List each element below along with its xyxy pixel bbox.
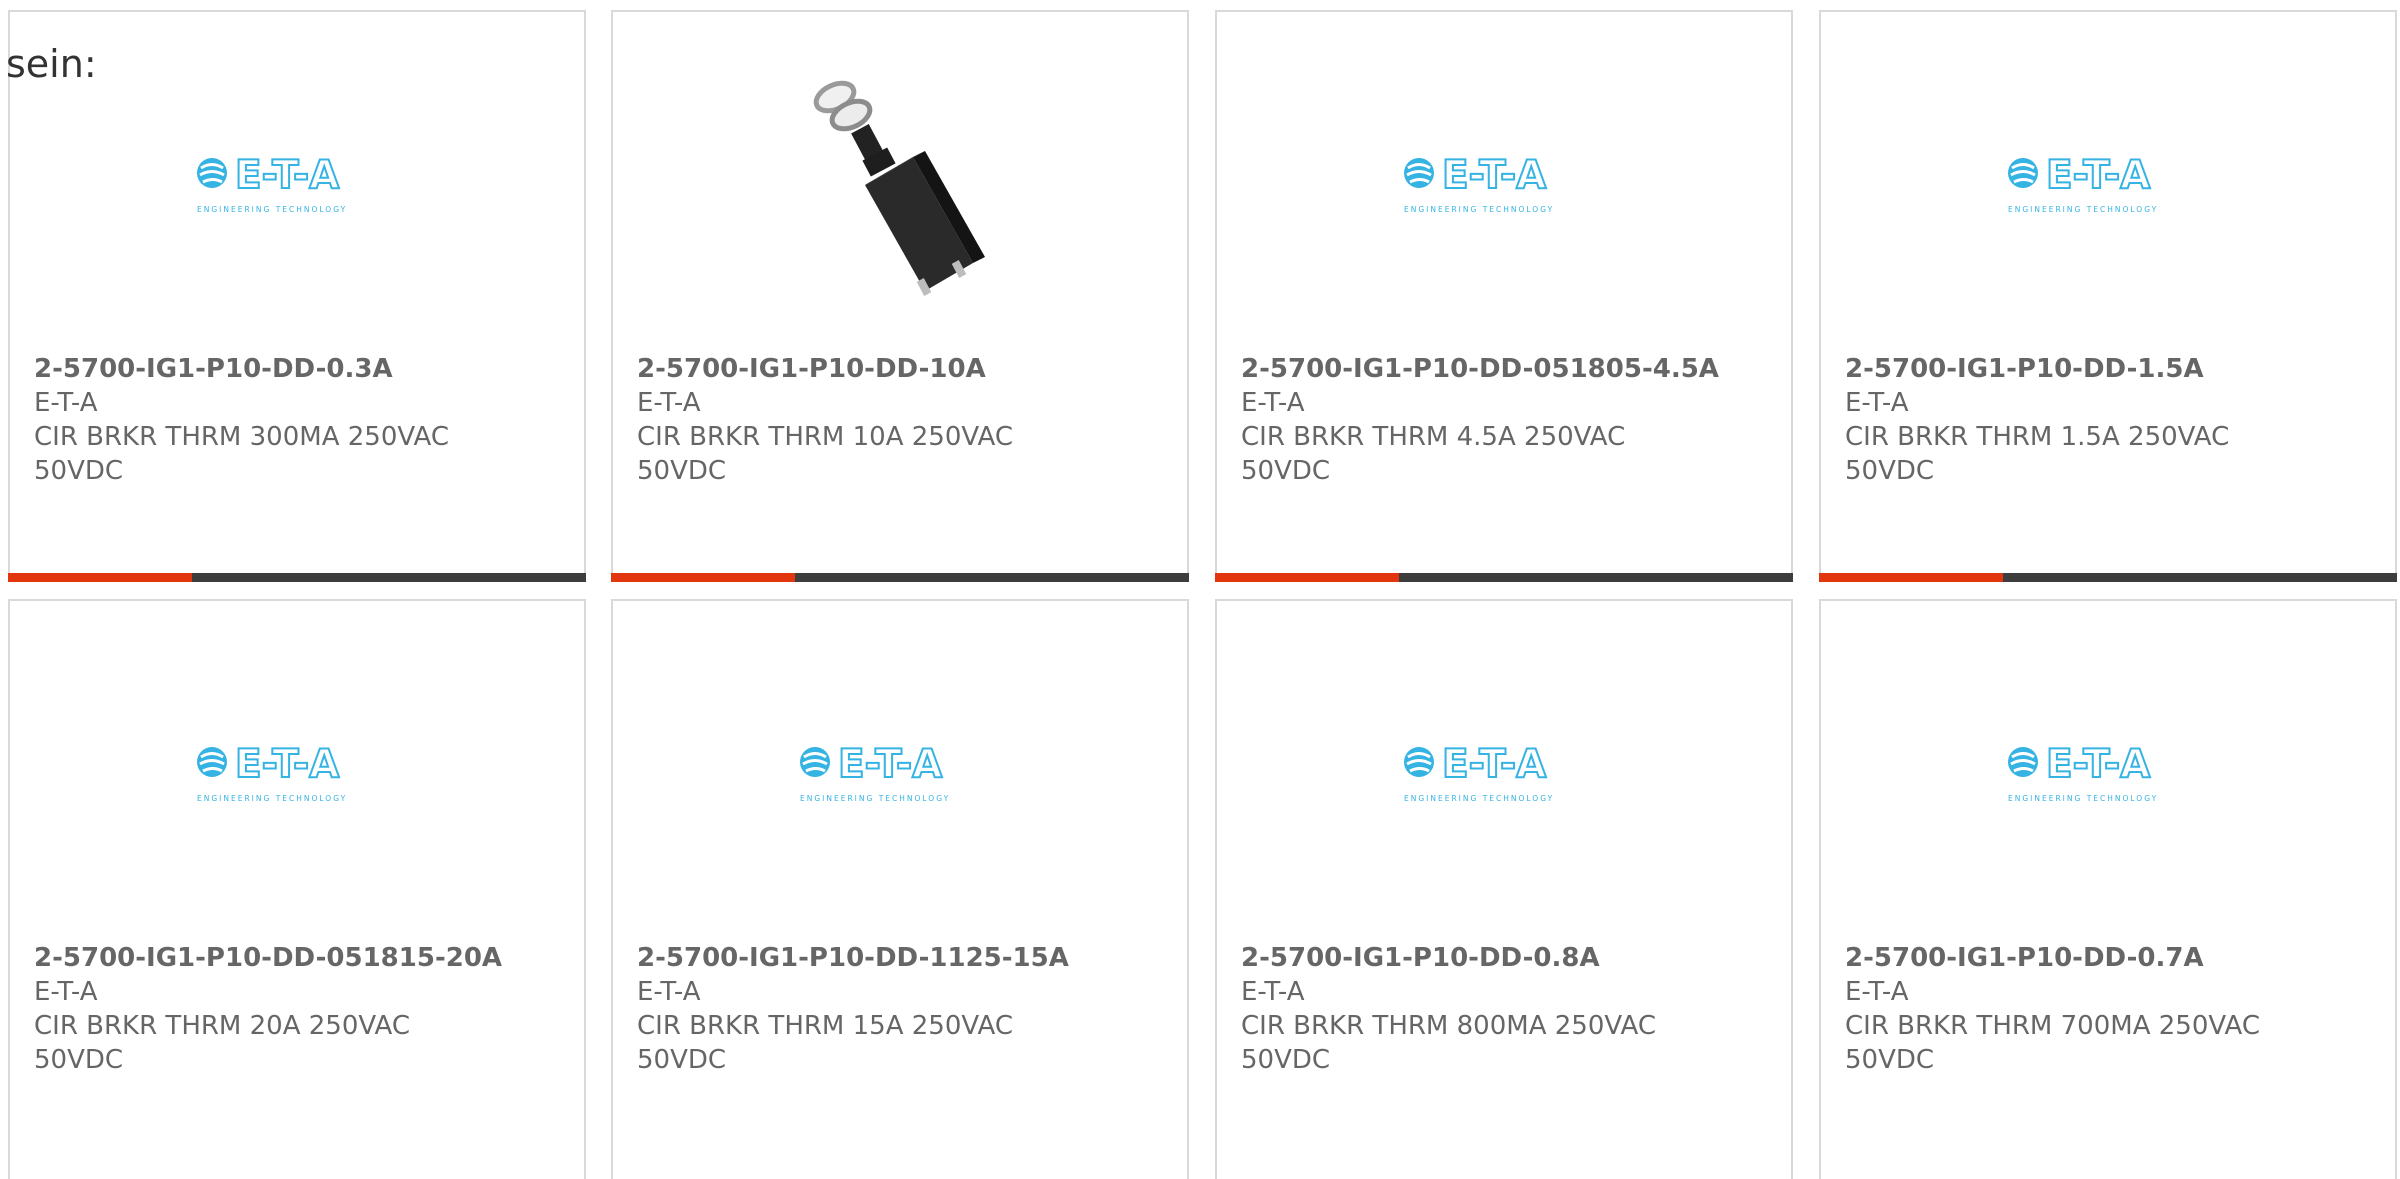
accent-stripe: [611, 573, 795, 582]
product-info: 2-5700-IG1-P10-DD-0.7A E-T-A CIR BRKR TH…: [1845, 941, 2371, 1077]
product-description: CIR BRKR THRM 800MA 250VAC 50VDC: [1241, 1011, 1656, 1075]
product-description: CIR BRKR THRM 700MA 250VAC 50VDC: [1845, 1011, 2260, 1075]
intro-text: sein:: [6, 42, 97, 86]
product-card[interactable]: E-T-A ENGINEERING TECHNOLOGY 2-5700-IG1-…: [1215, 10, 1793, 582]
part-number-link[interactable]: 2-5700-IG1-P10-DD-0.7A: [1845, 941, 2371, 975]
accent-stripe: [1215, 573, 1399, 582]
accent-stripe: [1819, 573, 2003, 582]
part-number-link[interactable]: 2-5700-IG1-P10-DD-051805-4.5A: [1241, 352, 1767, 386]
product-description: CIR BRKR THRM 1.5A 250VAC 50VDC: [1845, 422, 2230, 486]
product-description: CIR BRKR THRM 20A 250VAC 50VDC: [34, 1011, 410, 1075]
product-image[interactable]: E-T-A ENGINEERING TECHNOLOGY: [1217, 651, 1791, 891]
logo-wordmark: E-T-A: [1442, 742, 1546, 787]
eta-logo: E-T-A ENGINEERING TECHNOLOGY: [1404, 741, 1554, 803]
manufacturer: E-T-A: [1241, 977, 1305, 1007]
logo-tagline: ENGINEERING TECHNOLOGY: [2008, 794, 2158, 803]
product-info: 2-5700-IG1-P10-DD-051815-20A E-T-A CIR B…: [34, 941, 560, 1077]
product-info: 2-5700-IG1-P10-DD-1.5A E-T-A CIR BRKR TH…: [1845, 352, 2371, 488]
logo-wordmark: E-T-A: [838, 742, 942, 787]
logo-wordmark: E-T-A: [1442, 153, 1546, 198]
manufacturer: E-T-A: [1845, 388, 1909, 418]
manufacturer: E-T-A: [637, 388, 701, 418]
logo-tagline: ENGINEERING TECHNOLOGY: [2008, 205, 2158, 214]
product-info: 2-5700-IG1-P10-DD-0.8A E-T-A CIR BRKR TH…: [1241, 941, 1767, 1077]
product-info: 2-5700-IG1-P10-DD-1125-15A E-T-A CIR BRK…: [637, 941, 1163, 1077]
logo-wordmark: E-T-A: [2046, 742, 2150, 787]
product-info: 2-5700-IG1-P10-DD-051805-4.5A E-T-A CIR …: [1241, 352, 1767, 488]
product-card[interactable]: E-T-A ENGINEERING TECHNOLOGY 2-5700-IG1-…: [1215, 599, 1793, 1179]
part-number-link[interactable]: 2-5700-IG1-P10-DD-0.3A: [34, 352, 560, 386]
manufacturer: E-T-A: [637, 977, 701, 1007]
accent-stripe: [8, 573, 192, 582]
product-description: CIR BRKR THRM 10A 250VAC 50VDC: [637, 422, 1013, 486]
part-number-link[interactable]: 2-5700-IG1-P10-DD-051815-20A: [34, 941, 560, 975]
card-footer-bar: [1215, 573, 1793, 582]
product-card[interactable]: E-T-A ENGINEERING TECHNOLOGY 2-5700-IG1-…: [1819, 599, 2397, 1179]
manufacturer: E-T-A: [1241, 388, 1305, 418]
logo-tagline: ENGINEERING TECHNOLOGY: [197, 794, 347, 803]
product-card[interactable]: E-T-A ENGINEERING TECHNOLOGY 2-5700-IG1-…: [611, 599, 1189, 1179]
product-image[interactable]: E-T-A ENGINEERING TECHNOLOGY: [10, 651, 584, 891]
eta-logo: E-T-A ENGINEERING TECHNOLOGY: [197, 152, 347, 214]
manufacturer: E-T-A: [1845, 977, 1909, 1007]
product-card[interactable]: E-T-A ENGINEERING TECHNOLOGY 2-5700-IG1-…: [8, 10, 586, 582]
product-description: CIR BRKR THRM 300MA 250VAC 50VDC: [34, 422, 449, 486]
product-card[interactable]: 2-5700-IG1-P10-DD-10A E-T-A CIR BRKR THR…: [611, 10, 1189, 582]
eta-logo: E-T-A ENGINEERING TECHNOLOGY: [197, 741, 347, 803]
manufacturer: E-T-A: [34, 388, 98, 418]
card-footer-bar: [611, 573, 1189, 582]
manufacturer: E-T-A: [34, 977, 98, 1007]
logo-wordmark: E-T-A: [2046, 153, 2150, 198]
eta-logo: E-T-A ENGINEERING TECHNOLOGY: [1404, 152, 1554, 214]
logo-tagline: ENGINEERING TECHNOLOGY: [800, 794, 950, 803]
part-number-link[interactable]: 2-5700-IG1-P10-DD-0.8A: [1241, 941, 1767, 975]
card-footer-bar: [1819, 573, 2397, 582]
eta-logo: E-T-A ENGINEERING TECHNOLOGY: [800, 741, 950, 803]
logo-wordmark: E-T-A: [235, 742, 339, 787]
product-image[interactable]: E-T-A ENGINEERING TECHNOLOGY: [10, 62, 584, 302]
circuit-breaker-photo: [813, 80, 985, 296]
product-description: CIR BRKR THRM 4.5A 250VAC 50VDC: [1241, 422, 1626, 486]
product-card[interactable]: E-T-A ENGINEERING TECHNOLOGY 2-5700-IG1-…: [8, 599, 586, 1179]
card-footer-bar: [8, 573, 586, 582]
part-number-link[interactable]: 2-5700-IG1-P10-DD-10A: [637, 352, 1163, 386]
product-image[interactable]: E-T-A ENGINEERING TECHNOLOGY: [613, 651, 1187, 891]
logo-tagline: ENGINEERING TECHNOLOGY: [1404, 794, 1554, 803]
eta-logo: E-T-A ENGINEERING TECHNOLOGY: [2008, 741, 2158, 803]
part-number-link[interactable]: 2-5700-IG1-P10-DD-1.5A: [1845, 352, 2371, 386]
logo-tagline: ENGINEERING TECHNOLOGY: [1404, 205, 1554, 214]
logo-wordmark: E-T-A: [235, 153, 339, 198]
part-number-link[interactable]: 2-5700-IG1-P10-DD-1125-15A: [637, 941, 1163, 975]
product-image[interactable]: E-T-A ENGINEERING TECHNOLOGY: [1821, 62, 2395, 302]
product-image[interactable]: [613, 62, 1187, 302]
product-image[interactable]: E-T-A ENGINEERING TECHNOLOGY: [1217, 62, 1791, 302]
product-info: 2-5700-IG1-P10-DD-10A E-T-A CIR BRKR THR…: [637, 352, 1163, 488]
product-image[interactable]: E-T-A ENGINEERING TECHNOLOGY: [1821, 651, 2395, 891]
logo-tagline: ENGINEERING TECHNOLOGY: [197, 205, 347, 214]
product-info: 2-5700-IG1-P10-DD-0.3A E-T-A CIR BRKR TH…: [34, 352, 560, 488]
product-card[interactable]: E-T-A ENGINEERING TECHNOLOGY 2-5700-IG1-…: [1819, 10, 2397, 582]
product-grid: E-T-A ENGINEERING TECHNOLOGY 2-5700-IG1-…: [0, 0, 2400, 1179]
eta-logo: E-T-A ENGINEERING TECHNOLOGY: [2008, 152, 2158, 214]
product-description: CIR BRKR THRM 15A 250VAC 50VDC: [637, 1011, 1013, 1075]
